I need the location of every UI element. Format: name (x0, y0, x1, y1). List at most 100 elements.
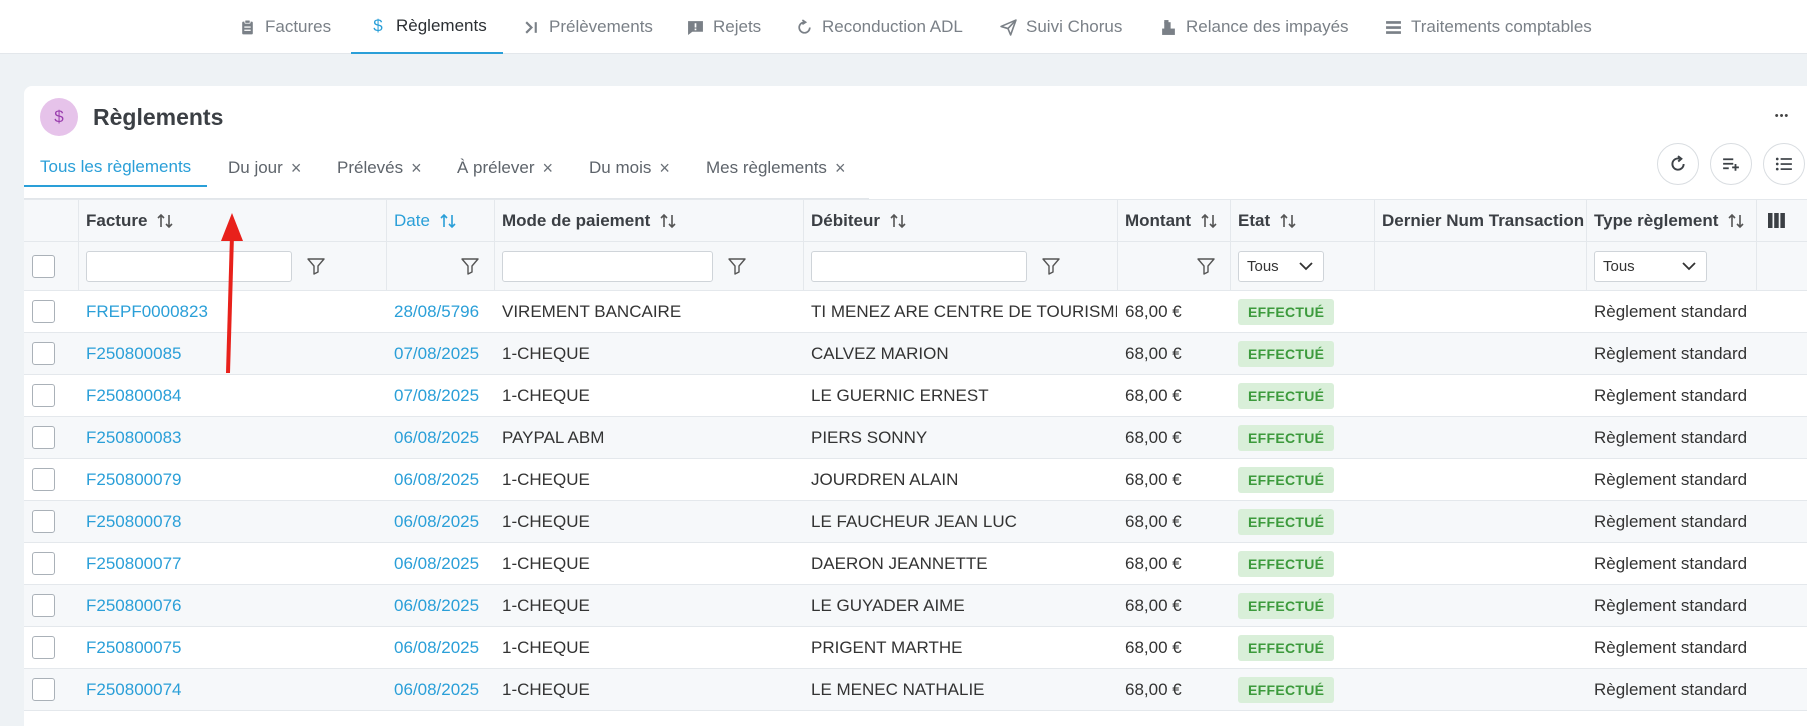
close-icon[interactable]: × (835, 159, 846, 177)
column-label: Etat (1238, 210, 1271, 230)
debiteur-filter-input[interactable] (811, 250, 1027, 282)
row-checkbox[interactable] (32, 384, 55, 407)
close-icon[interactable]: × (291, 159, 302, 177)
row-checkbox[interactable] (32, 426, 55, 449)
filter-icon[interactable] (306, 256, 326, 276)
close-icon[interactable]: × (542, 159, 553, 177)
facture-link[interactable]: F250800077 (86, 554, 181, 574)
date-link[interactable]: 06/08/2025 (394, 680, 479, 700)
debiteur-value: LE MENEC NATHALIE (811, 679, 985, 699)
filter-icon[interactable] (727, 256, 747, 276)
nav-prelevements[interactable]: Prélèvements (522, 0, 653, 54)
column-header-montant[interactable]: Montant (1117, 200, 1230, 241)
date-link[interactable]: 06/08/2025 (394, 638, 479, 658)
add-to-list-button[interactable] (1710, 143, 1752, 185)
table-row[interactable]: F250800074 06/08/2025 1-CHEQUE LE MENEC NAT… (24, 669, 1807, 711)
table-row[interactable]: F250800085 07/08/2025 1-CHEQUE CALVEZ MARIO… (24, 333, 1807, 375)
nav-traitements-comptables[interactable]: Traitements comptables (1384, 0, 1592, 54)
filter-icon[interactable] (460, 256, 480, 276)
facture-link[interactable]: F250800085 (86, 344, 181, 364)
table-row[interactable]: F250800084 07/08/2025 1-CHEQUE LE GUERNIC E… (24, 375, 1807, 417)
facture-link[interactable]: F250800083 (86, 428, 181, 448)
mode-filter-input[interactable] (502, 250, 713, 282)
row-checkbox[interactable] (32, 594, 55, 617)
date-link[interactable]: 06/08/2025 (394, 596, 479, 616)
nav-factures[interactable]: Factures (238, 0, 331, 54)
facture-filter-input[interactable] (86, 250, 292, 282)
nav-relance-impayes[interactable]: Relance des impayés (1159, 0, 1349, 54)
column-header-date[interactable]: Date (386, 200, 494, 241)
tab-a-prelever[interactable]: À prélever × (457, 149, 553, 187)
row-checkbox[interactable] (32, 510, 55, 533)
close-icon[interactable]: × (659, 159, 670, 177)
cell-type: Règlement standard (1586, 291, 1756, 332)
table-row[interactable]: FREPF0000823 28/08/5796 VIREMENT BANCAIRE T… (24, 291, 1807, 333)
nav-rejets[interactable]: Rejets (686, 0, 761, 54)
cell-type: Règlement standard (1586, 585, 1756, 626)
nav-label: Factures (265, 17, 332, 36)
cell-mode: 1-CHEQUE (494, 543, 803, 584)
facture-link[interactable]: F250800078 (86, 512, 181, 532)
table-row[interactable]: F250800083 06/08/2025 PAYPAL ABM PIERS SONN… (24, 417, 1807, 459)
nav-label: Relance des impayés (1186, 17, 1349, 36)
column-header-etat[interactable]: Etat (1230, 200, 1374, 241)
tab-du-mois[interactable]: Du mois × (589, 149, 670, 187)
facture-link[interactable]: F250800076 (86, 596, 181, 616)
date-link[interactable]: 06/08/2025 (394, 428, 479, 448)
date-link[interactable]: 06/08/2025 (394, 554, 479, 574)
facture-link[interactable]: F250800084 (86, 386, 181, 406)
date-link[interactable]: 06/08/2025 (394, 512, 479, 532)
refresh-button[interactable] (1657, 143, 1699, 185)
cell-type: Règlement standard (1586, 333, 1756, 374)
date-link[interactable]: 06/08/2025 (394, 470, 479, 490)
table-row[interactable]: F250800075 06/08/2025 1-CHEQUE PRIGENT MART… (24, 627, 1807, 669)
column-header-dernier-num-transaction[interactable]: Dernier Num Transaction (1374, 200, 1586, 241)
column-label: Dernier Num Transaction (1382, 210, 1585, 230)
row-checkbox[interactable] (32, 552, 55, 575)
column-header-debiteur[interactable]: Débiteur (803, 200, 1117, 241)
table-row[interactable]: F250800078 06/08/2025 1-CHEQUE LE FAUCHEUR … (24, 501, 1807, 543)
nav-suivi-chorus[interactable]: Suivi Chorus (999, 0, 1122, 54)
row-checkbox[interactable] (32, 300, 55, 323)
row-checkbox[interactable] (32, 678, 55, 701)
column-header-mode-de-paiement[interactable]: Mode de paiement (494, 200, 803, 241)
tab-tous-les-reglements[interactable]: Tous les règlements (24, 149, 208, 187)
type-select[interactable]: Tous (1594, 250, 1707, 282)
table-row[interactable]: F250800079 06/08/2025 1-CHEQUE JOURDREN ALA… (24, 459, 1807, 501)
table-row[interactable]: F250800076 06/08/2025 1-CHEQUE LE GUYADER A… (24, 585, 1807, 627)
sort-icon (1726, 211, 1746, 231)
date-link[interactable]: 07/08/2025 (394, 386, 479, 406)
filter-icon[interactable] (1196, 256, 1216, 276)
row-checkbox[interactable] (32, 342, 55, 365)
select-all-checkbox[interactable] (32, 254, 55, 278)
column-header-type-reglement[interactable]: Type règlement (1586, 200, 1756, 241)
cell-type: Règlement standard (1586, 375, 1756, 416)
mode-value: 1-CHEQUE (502, 469, 590, 489)
column-header-facture[interactable]: Facture (78, 200, 386, 241)
close-icon[interactable]: × (411, 159, 422, 177)
cell-mode: 1-CHEQUE (494, 627, 803, 668)
row-checkbox[interactable] (32, 636, 55, 659)
debiteur-value: PRIGENT MARTHE (811, 637, 963, 657)
facture-link[interactable]: F250800075 (86, 638, 181, 658)
cell-montant: 68,00 € (1117, 627, 1230, 668)
date-link[interactable]: 28/08/5796 (394, 302, 479, 322)
more-options-button[interactable]: ••• (1769, 104, 1795, 128)
columns-toggle-button[interactable] (1756, 200, 1796, 241)
top-navigation: Factures $ Règlements Prélèvements Rejet… (0, 0, 1807, 54)
list-view-button[interactable] (1763, 143, 1805, 185)
facture-link[interactable]: F250800079 (86, 470, 181, 490)
etat-select[interactable]: Tous (1238, 250, 1324, 282)
tab-preleves[interactable]: Prélevés × (337, 149, 422, 187)
facture-link[interactable]: FREPF0000823 (86, 302, 208, 322)
row-checkbox[interactable] (32, 468, 55, 491)
date-link[interactable]: 07/08/2025 (394, 344, 479, 364)
tab-mes-reglements[interactable]: Mes règlements × (706, 149, 845, 187)
filter-icon[interactable] (1041, 256, 1061, 276)
facture-link[interactable]: F250800074 (86, 680, 181, 700)
tab-du-jour[interactable]: Du jour × (228, 149, 301, 187)
status-badge: EFFECTUÉ (1238, 676, 1335, 703)
table-row[interactable]: F250800077 06/08/2025 1-CHEQUE DAERON JEANN… (24, 543, 1807, 585)
nav-reglements[interactable]: $ Règlements (351, 0, 503, 54)
nav-reconduction-adl[interactable]: Reconduction ADL (795, 0, 963, 54)
